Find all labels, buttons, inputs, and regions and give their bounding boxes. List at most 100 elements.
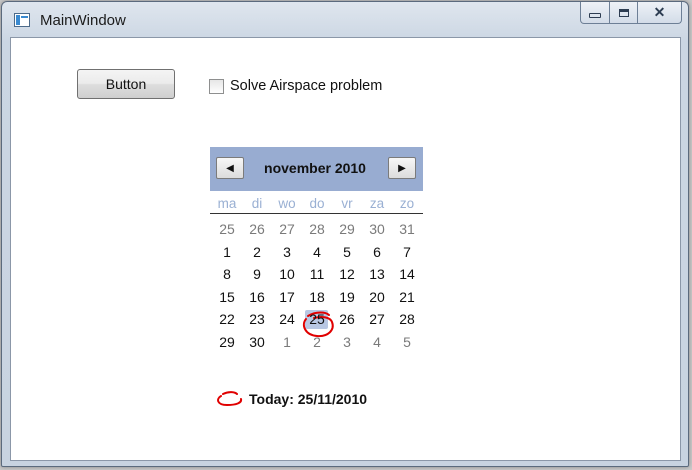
calendar-day[interactable]: 5 <box>332 241 362 264</box>
calendar-day[interactable]: 30 <box>362 218 392 241</box>
calendar-day[interactable]: 6 <box>362 241 392 264</box>
maximize-button[interactable] <box>610 2 638 24</box>
today-row[interactable]: Today: 25/11/2010 <box>215 391 367 407</box>
calendar-day[interactable]: 19 <box>332 286 362 309</box>
calendar-day-number: 28 <box>309 221 325 237</box>
caption-buttons: ✕ <box>580 2 682 24</box>
calendar-day-number: 10 <box>279 266 295 282</box>
client-area: Button Solve Airspace problem ◀ november… <box>10 37 681 461</box>
weekday-wo: wo <box>278 196 296 211</box>
main-button[interactable]: Button <box>77 69 175 99</box>
airspace-checkbox-label[interactable]: Solve Airspace problem <box>230 78 382 94</box>
calendar-day[interactable]: 28 <box>392 308 422 331</box>
calendar-day[interactable]: 15 <box>212 286 242 309</box>
calendar-day[interactable]: 24 <box>272 308 302 331</box>
calendar-day[interactable]: 14 <box>392 263 422 286</box>
calendar-week-row: 25 26 27 28 29 30 31 <box>212 218 422 241</box>
calendar-day[interactable]: 10 <box>272 263 302 286</box>
calendar-day-number: 27 <box>279 221 295 237</box>
minimize-button[interactable] <box>580 2 610 24</box>
calendar-day-number: 29 <box>339 221 355 237</box>
calendar: ◀ november 2010 ▶ ma di wo do vr za zo 25 26 27 2… <box>210 147 423 407</box>
calendar-day[interactable]: 31 <box>392 218 422 241</box>
calendar-day[interactable]: 1 <box>212 241 242 264</box>
calendar-day[interactable]: 29 <box>212 331 242 354</box>
next-month-button[interactable]: ▶ <box>388 157 416 179</box>
title-bar[interactable]: MainWindow ✕ <box>2 2 688 38</box>
calendar-day-number: 28 <box>399 311 415 327</box>
weekday-di: di <box>251 196 263 211</box>
calendar-day[interactable]: 7 <box>392 241 422 264</box>
calendar-day[interactable]: 1 <box>272 331 302 354</box>
calendar-day[interactable]: 5 <box>392 331 422 354</box>
calendar-day-number: 25 <box>309 311 325 327</box>
calendar-day[interactable]: 26 <box>242 218 272 241</box>
calendar-day-number: 13 <box>369 266 385 282</box>
calendar-day[interactable]: 3 <box>272 241 302 264</box>
calendar-day-number: 17 <box>279 288 295 305</box>
weekday-vr: vr <box>341 196 353 211</box>
calendar-day-number: 5 <box>403 333 411 350</box>
calendar-day[interactable]: 20 <box>362 286 392 309</box>
calendar-day[interactable]: 28 <box>302 218 332 241</box>
calendar-day[interactable]: 4 <box>302 241 332 264</box>
calendar-week-row: 8 9 10 11 12 13 14 <box>212 263 422 286</box>
calendar-month-label[interactable]: november 2010 <box>248 160 382 176</box>
weekday-do: do <box>309 196 325 211</box>
main-window: MainWindow ✕ Button Solve Airspace probl… <box>1 1 689 467</box>
calendar-day-number: 4 <box>313 243 321 260</box>
calendar-day[interactable]: 16 <box>242 286 272 309</box>
calendar-day-number: 26 <box>339 311 355 327</box>
calendar-day[interactable]: 22 <box>212 308 242 331</box>
calendar-day-number: 11 <box>309 266 325 282</box>
calendar-day[interactable]: 13 <box>362 263 392 286</box>
calendar-day-number: 8 <box>223 266 231 282</box>
calendar-day[interactable]: 4 <box>362 331 392 354</box>
calendar-day[interactable]: 8 <box>212 263 242 286</box>
calendar-day[interactable]: 2 <box>242 241 272 264</box>
calendar-day[interactable]: 18 <box>302 286 332 309</box>
calendar-day[interactable]: 25 <box>212 218 242 241</box>
calendar-day-number: 4 <box>373 333 381 350</box>
calendar-day[interactable]: 11 <box>302 263 332 286</box>
calendar-day-number: 3 <box>343 333 351 350</box>
today-label: Today: 25/11/2010 <box>249 391 368 407</box>
calendar-day-number: 27 <box>369 311 385 327</box>
calendar-day-number: 24 <box>279 311 295 327</box>
calendar-day-number: 30 <box>249 333 265 350</box>
calendar-day-number: 31 <box>399 221 415 237</box>
calendar-day[interactable]: 21 <box>392 286 422 309</box>
calendar-day[interactable]: 27 <box>362 308 392 331</box>
calendar-day-number: 21 <box>399 288 415 305</box>
weekday-header: ma di wo do vr za zo <box>210 196 423 214</box>
calendar-day[interactable]: 23 <box>242 308 272 331</box>
weekday-ma: ma <box>217 196 237 211</box>
triangle-right-icon: ▶ <box>398 162 406 174</box>
calendar-day-number: 1 <box>283 333 291 350</box>
calendar-day-number: 7 <box>403 243 411 260</box>
calendar-day[interactable]: 27 <box>272 218 302 241</box>
calendar-day[interactable]: 29 <box>332 218 362 241</box>
calendar-day-number: 15 <box>219 288 235 305</box>
calendar-day-number: 16 <box>249 288 265 305</box>
calendar-day[interactable]: 30 <box>242 331 272 354</box>
window-icon <box>14 13 30 27</box>
calendar-day-number: 18 <box>309 288 325 305</box>
calendar-day[interactable]: 17 <box>272 286 302 309</box>
calendar-week-row: 1 2 3 4 5 6 7 <box>212 241 422 264</box>
calendar-day-number: 6 <box>373 243 381 260</box>
close-button[interactable]: ✕ <box>638 2 682 24</box>
calendar-day-number: 22 <box>219 311 235 327</box>
calendar-day-number: 25 <box>219 221 235 237</box>
calendar-day-number: 3 <box>283 243 291 260</box>
calendar-day-number: 20 <box>369 288 385 305</box>
weekday-zo: zo <box>399 196 415 211</box>
previous-month-button[interactable]: ◀ <box>216 157 244 179</box>
airspace-checkbox-row[interactable]: Solve Airspace problem <box>209 78 382 94</box>
calendar-day-number: 14 <box>399 266 415 282</box>
calendar-day[interactable]: 9 <box>242 263 272 286</box>
calendar-day-number: 26 <box>249 221 265 237</box>
airspace-checkbox[interactable] <box>209 78 224 94</box>
calendar-day-number: 30 <box>369 221 385 237</box>
calendar-day[interactable]: 12 <box>332 263 362 286</box>
